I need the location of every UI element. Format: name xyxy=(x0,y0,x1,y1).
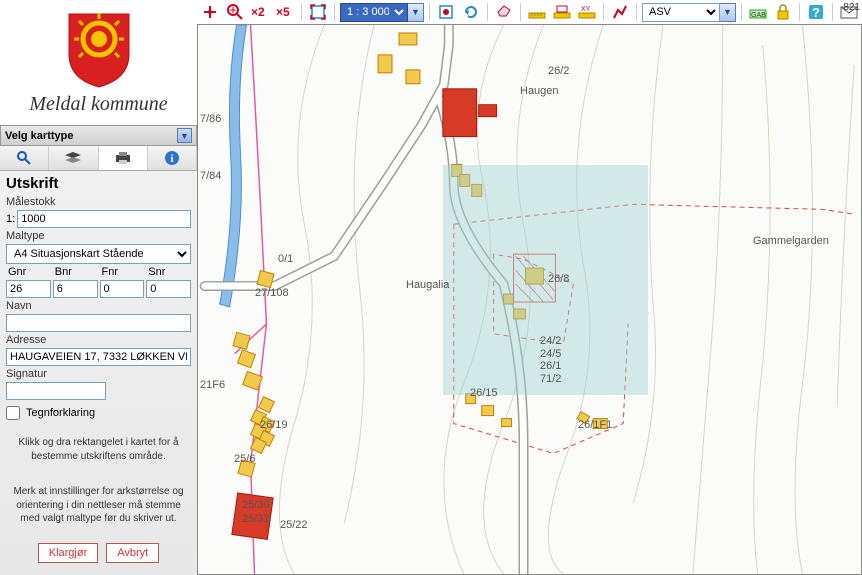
parcel-label: 27/108 xyxy=(255,287,289,299)
bnr-input[interactable] xyxy=(53,280,98,298)
maltype-select[interactable]: A4 Situasjonskart Stående xyxy=(6,244,191,264)
signatur-label: Signatur xyxy=(6,368,191,380)
scale-dropdown[interactable]: 1 : 3 000 xyxy=(340,3,408,22)
tab-print[interactable] xyxy=(99,146,148,170)
tegnforklaring-checkbox[interactable] xyxy=(6,406,20,420)
scale-prefix: 1: xyxy=(6,213,15,225)
svg-text:GAB: GAB xyxy=(751,12,766,19)
lock-icon[interactable] xyxy=(772,2,794,22)
parcel-label: 7/86 xyxy=(200,113,221,125)
instruction-1: Klikk og dra rektangelet i kartet for å … xyxy=(8,436,189,463)
adresse-input[interactable] xyxy=(6,348,191,366)
refresh-icon[interactable] xyxy=(435,2,457,22)
gnr-input[interactable] xyxy=(6,280,51,298)
parcel-label: 21F6 xyxy=(200,379,225,391)
klargjor-button[interactable]: Klargjør xyxy=(38,543,99,563)
magnifier-icon xyxy=(16,150,32,166)
erase-icon[interactable] xyxy=(493,2,515,22)
reload-icon[interactable] xyxy=(460,2,482,22)
navn-input[interactable] xyxy=(6,314,191,332)
svg-text:XY: XY xyxy=(581,6,591,13)
zoom-in-icon[interactable] xyxy=(224,2,246,22)
maltype-label: Maltype xyxy=(6,230,191,242)
parcel-label: 26/15 xyxy=(470,387,498,399)
svg-text:×2: ×2 xyxy=(251,5,265,19)
tab-search[interactable] xyxy=(0,146,49,170)
place-label: Gammelgarden xyxy=(753,235,829,247)
gab-icon[interactable]: GAB xyxy=(747,2,769,22)
parcel-label: 26/1F1 xyxy=(578,419,612,431)
scale-label: Målestokk xyxy=(6,196,191,208)
parcel-label: 26/8 xyxy=(548,273,569,285)
chevron-down-icon[interactable]: ▼ xyxy=(408,3,424,22)
measure-xy-icon[interactable]: XY xyxy=(576,2,598,22)
scale-input[interactable] xyxy=(17,210,191,228)
signatur-input[interactable] xyxy=(6,382,106,400)
tool-select[interactable]: ASV xyxy=(642,3,720,22)
map-viewport[interactable]: Haugen Haugalia Gammelgarden 26/2 0/1 7/… xyxy=(197,24,862,575)
zoom-x2-icon[interactable]: ×2 xyxy=(249,2,271,22)
parcel-label: 7/84 xyxy=(200,170,221,182)
place-label: Haugalia xyxy=(406,279,449,291)
print-panel: Utskrift Målestokk 1: Maltype A4 Situasj… xyxy=(0,171,197,575)
snr-input[interactable] xyxy=(146,280,191,298)
snr-label: Snr xyxy=(146,266,191,278)
help-icon[interactable]: ? xyxy=(805,2,827,22)
parcel-label-stack: 24/2 24/5 26/1 71/2 xyxy=(540,335,561,386)
svg-text:?: ? xyxy=(812,5,820,20)
place-label: Haugen xyxy=(520,85,559,97)
branding-area: Meldal kommune xyxy=(0,0,197,125)
gnr-label: Gnr xyxy=(6,266,51,278)
parcel-label: 25/6 xyxy=(234,453,255,465)
fnr-label: Fnr xyxy=(100,266,145,278)
municipality-name: Meldal kommune xyxy=(29,93,167,116)
tab-info[interactable]: i xyxy=(148,146,197,170)
adresse-label: Adresse xyxy=(6,334,191,346)
instruction-2: Merk at innstillinger for arkstørrelse o… xyxy=(8,485,189,526)
chevron-down-icon[interactable]: ▼ xyxy=(177,128,192,143)
measure-icon[interactable] xyxy=(526,2,548,22)
municipality-crest xyxy=(64,9,134,89)
avbryt-button[interactable]: Avbryt xyxy=(106,543,159,563)
pan-tool-icon[interactable] xyxy=(199,2,221,22)
map-type-selector[interactable]: Velg karttype ▼ xyxy=(0,125,197,146)
parcel-label: 0/1 xyxy=(278,253,293,265)
draw-line-icon[interactable] xyxy=(609,2,631,22)
svg-text:i: i xyxy=(170,153,173,165)
zoom-x5-icon[interactable]: ×5 xyxy=(274,2,296,22)
map-type-label: Velg karttype xyxy=(5,130,73,142)
measure-area-icon[interactable] xyxy=(551,2,573,22)
coord-display: 821 xyxy=(843,2,860,13)
printer-icon xyxy=(114,151,132,165)
extent-icon[interactable] xyxy=(307,2,329,22)
parcel-label: 25/22 xyxy=(280,519,308,531)
parcel-label: 26/19 xyxy=(260,419,288,431)
panel-title: Utskrift xyxy=(6,175,191,192)
bnr-label: Bnr xyxy=(53,266,98,278)
fnr-input[interactable] xyxy=(100,280,145,298)
info-icon: i xyxy=(164,150,180,166)
parcel-label: 25/31 xyxy=(242,513,270,525)
tab-layers[interactable] xyxy=(49,146,98,170)
parcel-label: 26/2 xyxy=(548,65,569,77)
panel-tabs: i xyxy=(0,146,197,171)
parcel-label: 25/30 xyxy=(242,499,270,511)
map-toolbar: ×2 ×5 1 : 3 000 ▼ XY xyxy=(197,0,862,24)
tegnforklaring-label: Tegnforklaring xyxy=(26,407,95,419)
svg-text:×5: ×5 xyxy=(276,5,290,19)
navn-label: Navn xyxy=(6,300,191,312)
chevron-down-icon[interactable]: ▼ xyxy=(720,3,736,22)
layers-icon xyxy=(65,152,81,164)
